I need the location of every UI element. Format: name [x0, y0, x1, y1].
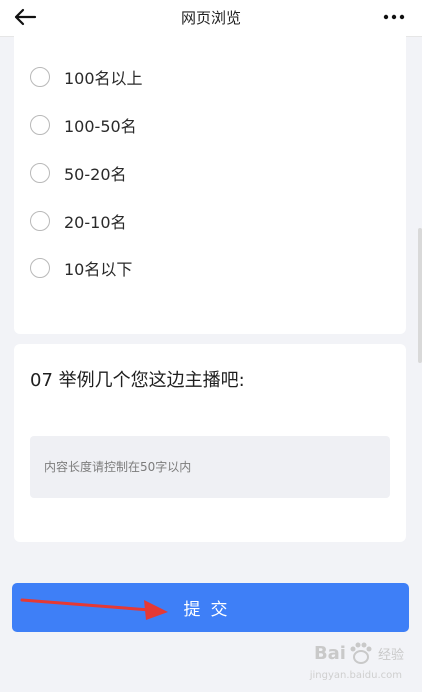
option-100-50[interactable]: 100-50名 — [30, 111, 137, 139]
option-label: 50-20名 — [64, 165, 127, 184]
more-horizontal-icon — [383, 14, 405, 20]
watermark-brand-suffix: 经验 — [377, 647, 404, 663]
radio-button[interactable] — [30, 258, 50, 278]
option-100-plus[interactable]: 100名以上 — [30, 63, 143, 91]
radio-button[interactable] — [30, 211, 50, 231]
radio-button[interactable] — [30, 163, 50, 183]
watermark: Bai 经验 — [314, 642, 404, 664]
option-50-20[interactable]: 50-20名 — [30, 159, 127, 187]
option-label: 20-10名 — [64, 213, 127, 232]
option-20-10[interactable]: 20-10名 — [30, 207, 127, 235]
answer-input[interactable] — [30, 436, 390, 498]
question-card: 07 举例几个您这边主播吧: — [14, 344, 406, 542]
watermark-domain: jingyan.baidu.com — [309, 670, 402, 681]
page-title: 网页浏览 — [180, 9, 241, 27]
option-10-below[interactable]: 10名以下 — [30, 254, 132, 282]
paw-icon — [350, 642, 372, 664]
annotation-arrow-icon — [20, 598, 168, 620]
question-title: 07 举例几个您这边主播吧: — [30, 370, 245, 391]
ranking-options-card: 100名以上 100-50名 50-20名 20-10名 10名以下 — [14, 30, 406, 334]
watermark-brand: Bai — [313, 642, 346, 664]
option-label: 100名以上 — [64, 69, 143, 88]
more-button[interactable] — [380, 5, 408, 29]
scrollbar[interactable] — [418, 228, 422, 363]
radio-button[interactable] — [30, 115, 50, 135]
option-label: 10名以下 — [64, 260, 133, 279]
option-label: 100-50名 — [64, 117, 137, 136]
radio-button[interactable] — [30, 67, 50, 87]
